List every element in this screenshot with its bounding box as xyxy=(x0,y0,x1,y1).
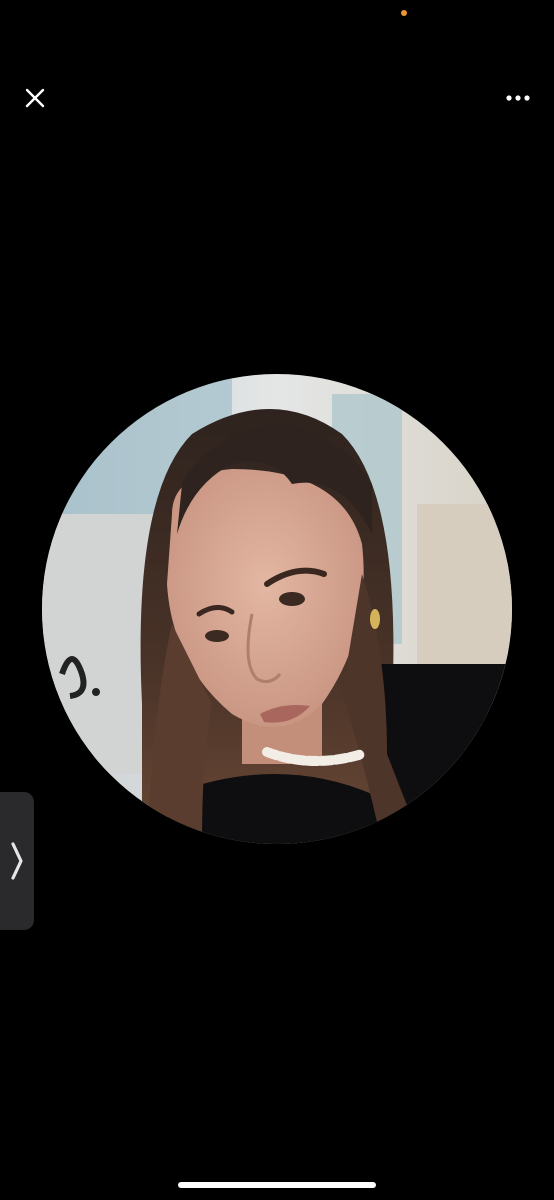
more-options-button[interactable] xyxy=(500,82,536,114)
close-button[interactable] xyxy=(19,82,51,114)
chevron-right-icon xyxy=(11,842,23,880)
privacy-indicator-dot xyxy=(401,10,407,16)
close-icon xyxy=(25,88,45,108)
profile-photo xyxy=(42,374,512,844)
home-indicator[interactable] xyxy=(178,1182,376,1188)
more-horizontal-icon xyxy=(506,95,530,101)
side-panel-handle[interactable] xyxy=(0,792,34,930)
